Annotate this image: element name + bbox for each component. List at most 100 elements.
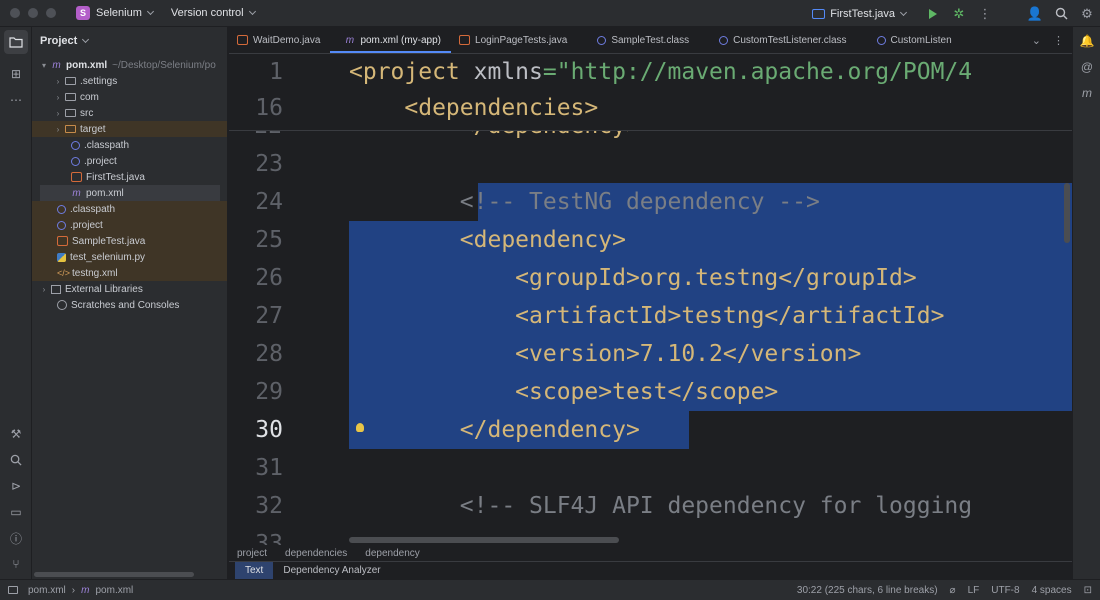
tab-pom-xml[interactable]: m pom.xml (my-app) — [330, 27, 451, 53]
tree-item-label: .classpath — [84, 139, 130, 151]
chevron-down-icon — [146, 7, 154, 16]
gear-icon: ⚙ — [1081, 5, 1093, 21]
terminal-tool-button[interactable]: ▭ — [4, 500, 28, 524]
indent-setting[interactable]: 4 spaces — [1032, 585, 1072, 596]
project-tool-button[interactable] — [4, 30, 28, 54]
breadcrumb-item[interactable]: dependency — [365, 548, 420, 559]
window-controls — [10, 8, 56, 18]
scratch-icon — [57, 300, 67, 310]
tree-item-test-selenium[interactable]: test_selenium.py — [32, 249, 227, 265]
project-panel-header[interactable]: Project — [32, 27, 227, 55]
chevron-down-icon[interactable]: ▾ — [40, 61, 48, 70]
file-encoding[interactable]: UTF-8 — [991, 585, 1019, 596]
tree-item-firsttest[interactable]: FirstTest.java — [32, 169, 227, 185]
settings-button[interactable]: ⚙ — [1074, 0, 1100, 27]
status-path-file[interactable]: pom.xml — [95, 585, 133, 596]
tab-waitdemo[interactable]: WaitDemo.java — [229, 27, 330, 53]
debug-button[interactable]: ✲ — [946, 0, 972, 27]
tab-customtestlistener-class[interactable]: CustomTestListener.class — [699, 27, 856, 53]
more-tools-button[interactable]: ⋯ — [4, 88, 28, 112]
breadcrumb-item[interactable]: dependencies — [285, 548, 347, 559]
problems-tool-button[interactable]: ⓘ — [4, 526, 28, 550]
more-vertical-icon[interactable]: ⋮ — [1053, 34, 1064, 47]
search-everywhere-button[interactable] — [1048, 0, 1074, 27]
editor-tab-bar: WaitDemo.java m pom.xml (my-app) LoginPa… — [229, 27, 1072, 54]
caret-position[interactable]: 30:22 (225 chars, 6 line breaks) — [797, 585, 938, 596]
close-window-button[interactable] — [10, 8, 20, 18]
ai-assistant-button[interactable]: @ — [1077, 57, 1097, 77]
tree-item-root-pom[interactable]: ▾ m pom.xml ~/Desktop/Selenium/po — [32, 57, 227, 73]
tree-item-external-libraries[interactable]: › External Libraries — [32, 281, 227, 297]
tab-text[interactable]: Text — [235, 561, 274, 580]
more-actions-button[interactable]: ⋮ — [972, 0, 998, 27]
tab-label: LoginPageTests.java — [475, 34, 568, 46]
run-button[interactable] — [920, 0, 946, 27]
more-horizontal-icon: ⋯ — [10, 93, 22, 107]
code-line-comment: <!-- SLF4J API dependency for logging — [349, 493, 973, 519]
maximize-window-button[interactable] — [46, 8, 56, 18]
tree-item-sampletest[interactable]: SampleTest.java — [32, 233, 227, 249]
tree-item-project-file[interactable]: .project — [32, 153, 227, 169]
folder-icon — [8, 586, 18, 594]
chevron-right-icon[interactable]: › — [40, 285, 48, 294]
chevron-down-icon[interactable]: ⌄ — [1032, 34, 1041, 47]
inspection-widget-icon[interactable]: ⌀ — [950, 585, 956, 596]
sticky-lines-header[interactable]: 1 <project xmlns="http://maven.apache.or… — [229, 55, 1072, 131]
find-tool-button[interactable] — [4, 448, 28, 472]
lock-icon[interactable]: ⊡ — [1084, 585, 1092, 596]
git-branch-icon: ⑂ — [12, 557, 20, 571]
tree-item-classpath-root[interactable]: .classpath — [32, 201, 227, 217]
build-tool-button[interactable]: ⚒ — [4, 422, 28, 446]
tree-item-settings[interactable]: › .settings — [32, 73, 227, 89]
editor-bottom-tabs: Text Dependency Analyzer — [229, 561, 1072, 580]
maven-tool-button[interactable]: m — [1077, 83, 1097, 103]
tab-loginpagetests[interactable]: LoginPageTests.java — [451, 27, 577, 53]
run-configuration-selector[interactable]: FirstTest.java — [812, 8, 908, 20]
structure-icon: ⊞ — [10, 67, 22, 81]
chevron-right-icon[interactable]: › — [54, 77, 62, 86]
chevron-right-icon[interactable]: › — [54, 125, 62, 134]
version-control-menu[interactable]: Version control — [165, 7, 256, 19]
java-file-icon — [57, 236, 68, 246]
tab-customlisten[interactable]: CustomListen — [857, 27, 962, 53]
editor-vertical-scrollbar[interactable] — [1064, 183, 1070, 243]
tree-item-com[interactable]: › com — [32, 89, 227, 105]
code-line: <dependency> — [349, 227, 626, 253]
xml-file-icon: </> — [57, 268, 71, 278]
services-tool-button[interactable]: ⊳ — [4, 474, 28, 498]
editor-horizontal-scrollbar[interactable] — [349, 537, 619, 543]
project-switcher[interactable]: S Selenium — [56, 6, 154, 20]
version-control-label: Version control — [170, 7, 244, 19]
line-separator[interactable]: LF — [968, 585, 980, 596]
status-path-project[interactable]: pom.xml — [28, 585, 66, 596]
tree-item-classpath[interactable]: .classpath — [32, 137, 227, 153]
line-number: 16 — [255, 95, 283, 121]
chevron-right-icon[interactable]: › — [54, 93, 62, 102]
lightbulb-icon[interactable] — [356, 423, 364, 432]
tree-item-pom-selected[interactable]: m pom.xml — [40, 185, 220, 201]
tree-item-target[interactable]: › target — [32, 121, 227, 137]
tree-item-label: External Libraries — [65, 283, 143, 295]
tab-sampletest-class[interactable]: SampleTest.class — [577, 27, 699, 53]
maven-m-icon: m — [1082, 86, 1092, 100]
structure-tool-button[interactable]: ⊞ — [4, 62, 28, 86]
chevron-right-icon: › — [71, 584, 76, 596]
minimize-window-button[interactable] — [28, 8, 38, 18]
git-tool-button[interactable]: ⑂ — [4, 552, 28, 576]
tree-item-label: .project — [70, 219, 103, 231]
add-user-button[interactable]: 👤 — [1022, 0, 1048, 27]
code-editor[interactable]: </dependency> 22 23 24 <!-- TestNG depen… — [229, 55, 1072, 545]
tree-item-src[interactable]: › src — [32, 105, 227, 121]
notifications-button[interactable]: 🔔 — [1077, 31, 1097, 51]
tree-item-project-root[interactable]: .project — [32, 217, 227, 233]
tree-item-testng-xml[interactable]: </> testng.xml — [32, 265, 227, 281]
java-file-icon — [237, 35, 248, 45]
chevron-right-icon[interactable]: › — [54, 109, 62, 118]
more-vertical-icon: ⋮ — [978, 5, 992, 21]
tree-item-path: ~/Desktop/Selenium/po — [112, 59, 216, 71]
breadcrumb-item[interactable]: project — [237, 548, 267, 559]
tab-dependency-analyzer[interactable]: Dependency Analyzer — [273, 562, 390, 580]
project-panel-scrollbar[interactable] — [34, 572, 194, 577]
tree-item-scratches[interactable]: Scratches and Consoles — [32, 297, 227, 313]
tree-item-label: pom.xml — [66, 59, 108, 71]
